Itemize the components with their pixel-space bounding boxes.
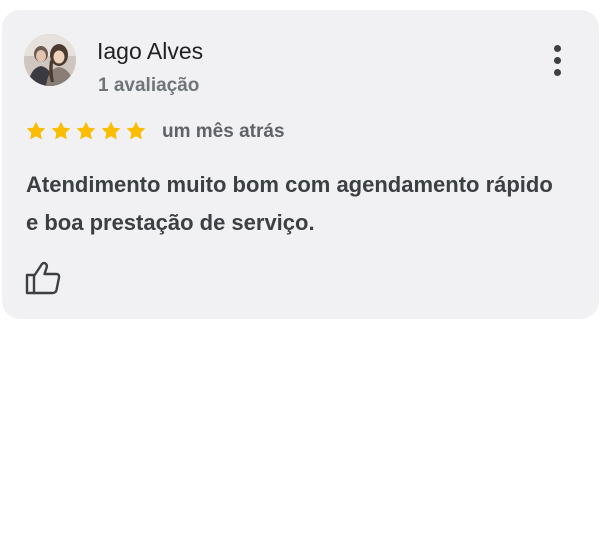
star-icon (126, 121, 146, 140)
review-card: Iago Alves 1 avaliação um mês atrás Aten… (2, 10, 599, 319)
review-date: um mês atrás (162, 120, 285, 142)
star-icon (26, 121, 46, 140)
rating-row: um mês atrás (25, 120, 285, 142)
star-rating (25, 120, 147, 142)
author-name[interactable]: Iago Alves (97, 40, 203, 63)
star-icon (51, 121, 71, 140)
more-vert-icon-dot (553, 68, 561, 76)
more-options-button[interactable] (542, 42, 572, 78)
like-button[interactable] (24, 260, 62, 296)
thumb-up-icon (25, 261, 61, 295)
more-vert-icon (553, 44, 561, 52)
author-review-count[interactable]: 1 avaliação (98, 76, 199, 95)
profile-photo-icon (24, 34, 76, 86)
review-text: Atendimento muito bom com agendamento rá… (26, 172, 553, 235)
star-icon (101, 121, 121, 140)
author-avatar[interactable] (24, 34, 76, 86)
star-icon (76, 121, 96, 140)
more-vert-icon-dot (553, 56, 561, 64)
